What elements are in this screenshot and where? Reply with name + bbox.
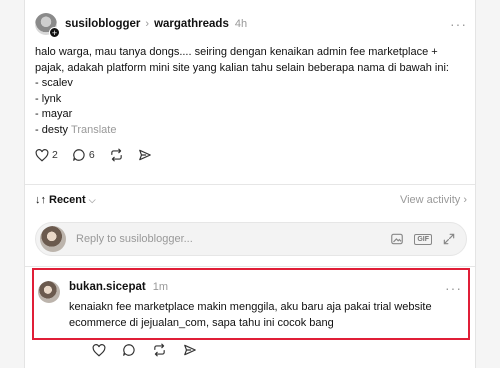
comment-icon [123, 344, 135, 356]
post-line-text: - desty [35, 123, 69, 136]
comment-time: 1m [152, 281, 168, 293]
repost-icon [154, 343, 165, 357]
comment-author-avatar[interactable] [38, 281, 60, 303]
post-author[interactable]: susiloblogger [65, 18, 140, 30]
post-line: halo warga, mau tanya dongs.... seiring … [35, 46, 438, 58]
expand-icon[interactable] [442, 232, 456, 246]
post-line: - lynk [35, 92, 62, 105]
post-line: - scalev [35, 77, 73, 89]
comment-reply-button[interactable] [122, 343, 136, 357]
follow-plus-icon[interactable]: + [49, 27, 60, 38]
comment-button[interactable]: 6 [72, 148, 95, 162]
sort-bar: ↓↑ Recent ⌵ View activity › [35, 194, 467, 206]
comment-repost-button[interactable] [152, 343, 167, 357]
post-more-button[interactable]: ··· [450, 16, 467, 32]
sort-icon: ↓↑ [35, 194, 46, 206]
chevron-down-icon: ⌵ [88, 194, 96, 205]
chevron-right-icon: › [463, 194, 467, 206]
like-button[interactable]: 2 [35, 148, 58, 162]
gif-icon[interactable]: GIF [414, 233, 432, 245]
post-line: pajak, adakah platform mini site yang ka… [35, 61, 449, 74]
comment-line: ecommerce di jejualan_com, sapa tahu ini… [69, 316, 334, 329]
comment-icon [73, 149, 85, 161]
comment-actions [92, 343, 213, 357]
share-icon [138, 149, 151, 161]
original-post: + susiloblogger › wargathreads 4h ··· ha… [35, 12, 467, 163]
comment-like-button[interactable] [92, 343, 106, 357]
post-divider [25, 184, 475, 185]
comment-share-button[interactable] [183, 343, 197, 357]
share-button[interactable] [138, 148, 152, 162]
post-community[interactable]: wargathreads [154, 18, 229, 30]
repost-icon [110, 148, 122, 162]
breadcrumb-separator-icon: › [145, 18, 150, 30]
sort-dropdown[interactable]: ↓↑ Recent ⌵ [35, 194, 96, 206]
repost-button[interactable] [109, 148, 124, 162]
like-count: 2 [52, 149, 58, 161]
comment-body: kenaiakn fee marketplace makin menggila,… [69, 300, 464, 331]
comment-header: bukan.sicepat 1m [69, 281, 168, 293]
comment-count: 6 [88, 149, 95, 161]
post-header: + susiloblogger › wargathreads 4h [35, 12, 467, 38]
heart-icon [92, 343, 106, 357]
post-body: halo warga, mau tanya dongs.... seiring … [35, 45, 467, 138]
translate-link[interactable]: Translate [71, 124, 116, 136]
highlighted-comment: bukan.sicepat 1m ··· kenaiakn fee market… [32, 268, 470, 340]
author-avatar[interactable]: + [35, 13, 60, 38]
image-icon[interactable] [390, 232, 404, 246]
post-line: - mayar [35, 108, 73, 120]
share-icon [184, 344, 196, 356]
heart-icon [35, 148, 49, 162]
view-activity-label: View activity [399, 194, 461, 206]
post-line-last: - desty Translate [35, 123, 467, 139]
post-actions: 2 6 [35, 147, 467, 163]
comment-author[interactable]: bukan.sicepat [69, 281, 146, 293]
reply-input-placeholder[interactable]: Reply to susiloblogger... [76, 233, 193, 245]
reply-tools: GIF [390, 232, 456, 246]
sort-label: Recent [49, 194, 86, 206]
view-activity-link[interactable]: View activity › [400, 194, 467, 206]
thread-card: + susiloblogger › wargathreads 4h ··· ha… [24, 0, 476, 368]
reply-composer[interactable]: Reply to susiloblogger... GIF [35, 222, 467, 256]
current-user-avatar [40, 226, 66, 252]
post-time: 4h [234, 18, 248, 30]
comment-line: kenaiakn fee marketplace makin menggila,… [69, 301, 432, 313]
reply-divider [25, 266, 475, 267]
comment-more-button[interactable]: ··· [445, 280, 462, 296]
